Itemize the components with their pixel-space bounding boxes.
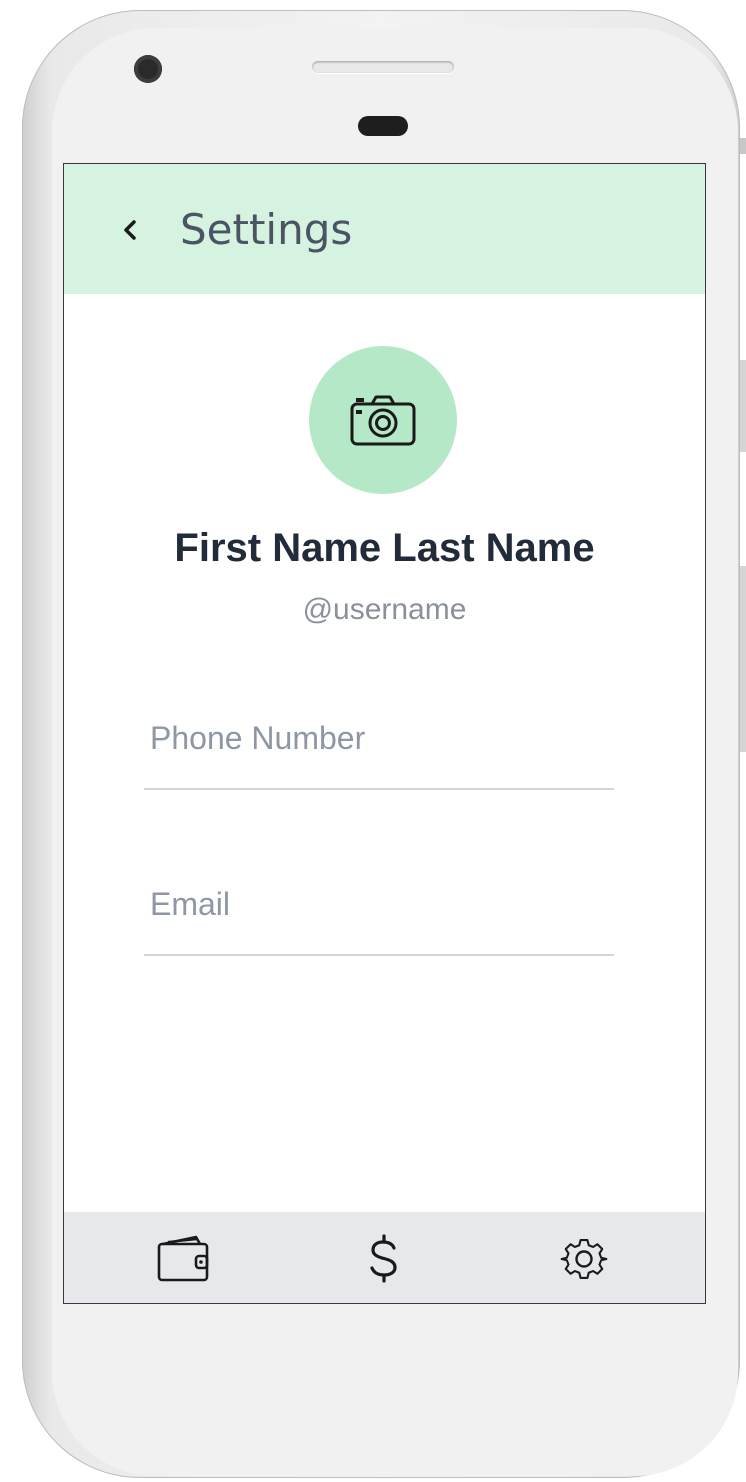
tab-payments[interactable] <box>356 1234 412 1284</box>
page-title: Settings <box>180 205 353 254</box>
chevron-left-icon[interactable] <box>118 214 142 246</box>
gear-icon <box>556 1239 612 1288</box>
proximity-sensor <box>358 116 408 136</box>
tab-settings[interactable] <box>556 1234 612 1284</box>
phone-number-field <box>144 708 614 790</box>
avatar-upload-button[interactable] <box>309 346 457 494</box>
app-header: Settings <box>64 164 705 294</box>
profile-username: @username <box>302 593 467 626</box>
profile-full-name: First Name Last Name <box>174 526 595 570</box>
earpiece-speaker <box>312 61 454 73</box>
dollar-icon <box>356 1234 412 1288</box>
email-input[interactable] <box>150 874 600 934</box>
email-field <box>144 874 614 956</box>
tab-wallet[interactable] <box>156 1234 212 1284</box>
bottom-tab-bar <box>64 1212 705 1303</box>
app-screen: Settings First Name Last Name @username <box>63 163 706 1304</box>
volume-up-button <box>740 360 746 452</box>
side-button-right <box>740 138 746 154</box>
front-camera <box>134 55 162 83</box>
wallet-icon <box>156 1235 212 1288</box>
volume-down-button <box>740 566 746 752</box>
phone-number-input[interactable] <box>150 708 600 768</box>
